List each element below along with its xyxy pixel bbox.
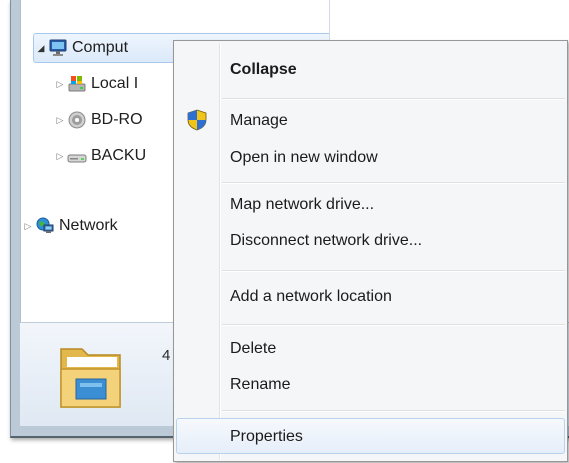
menu-separator [222, 98, 565, 100]
menu-item-label: Disconnect network drive... [230, 232, 423, 249]
menu-item-delete[interactable]: Delete [176, 332, 565, 366]
menu-separator [222, 324, 565, 326]
screen: ◢ Comput ▷ Local I ▷ BD-RO ▷ BACKU ▷ Net… [0, 0, 569, 463]
menu-item-label: Manage [230, 112, 288, 129]
network-icon [35, 216, 55, 236]
menu-item-properties[interactable]: Properties [176, 418, 565, 454]
menu-separator [222, 270, 565, 272]
tree-item-label: BACKU [91, 147, 147, 164]
expand-arrow-icon[interactable]: ◢ [34, 43, 48, 54]
tree-item-bd-rom[interactable]: ▷ BD-RO [53, 105, 143, 135]
collapsed-arrow-icon[interactable]: ▷ [53, 115, 67, 126]
local-disk-icon [67, 74, 87, 94]
menu-item-open-in-new-window[interactable]: Open in new window [176, 141, 565, 175]
menu-item-collapse[interactable]: Collapse [176, 53, 565, 87]
menu-item-add-network-location[interactable]: Add a network location [176, 280, 565, 314]
folder-icon [58, 335, 124, 418]
menu-item-label: Properties [230, 428, 303, 445]
menu-item-rename[interactable]: Rename [176, 368, 565, 402]
menu-item-map-network-drive[interactable]: Map network drive... [176, 188, 565, 222]
menu-separator [222, 182, 565, 184]
tree-item-label: BD-RO [91, 111, 143, 128]
menu-item-label: Open in new window [230, 149, 378, 166]
collapsed-arrow-icon[interactable]: ▷ [53, 151, 67, 162]
uac-shield-icon [186, 109, 208, 131]
menu-item-label: Collapse [230, 61, 297, 78]
tree-item-label: Local I [91, 75, 139, 92]
menu-item-label: Add a network location [230, 288, 392, 305]
removable-drive-icon [67, 146, 87, 166]
computer-icon [48, 38, 68, 58]
optical-drive-icon [67, 110, 87, 130]
tree-item-network[interactable]: ▷ Network [21, 211, 118, 241]
tree-item-backup[interactable]: ▷ BACKU [53, 141, 147, 171]
menu-item-disconnect-network-drive[interactable]: Disconnect network drive... [176, 224, 565, 258]
menu-item-manage[interactable]: Manage [176, 104, 565, 138]
menu-item-label: Rename [230, 376, 291, 393]
collapsed-arrow-icon[interactable]: ▷ [21, 221, 35, 232]
tree-item-local-disk[interactable]: ▷ Local I [53, 69, 139, 99]
item-count-text: 4 [162, 347, 171, 364]
tree-item-label: Network [59, 217, 118, 234]
collapsed-arrow-icon[interactable]: ▷ [53, 79, 67, 90]
context-menu[interactable]: Collapse Manage Open in new window Map n… [173, 40, 568, 462]
menu-separator [222, 410, 565, 412]
tree-item-label: Comput [72, 39, 129, 56]
menu-item-label: Delete [230, 340, 277, 357]
menu-item-label: Map network drive... [230, 196, 375, 213]
